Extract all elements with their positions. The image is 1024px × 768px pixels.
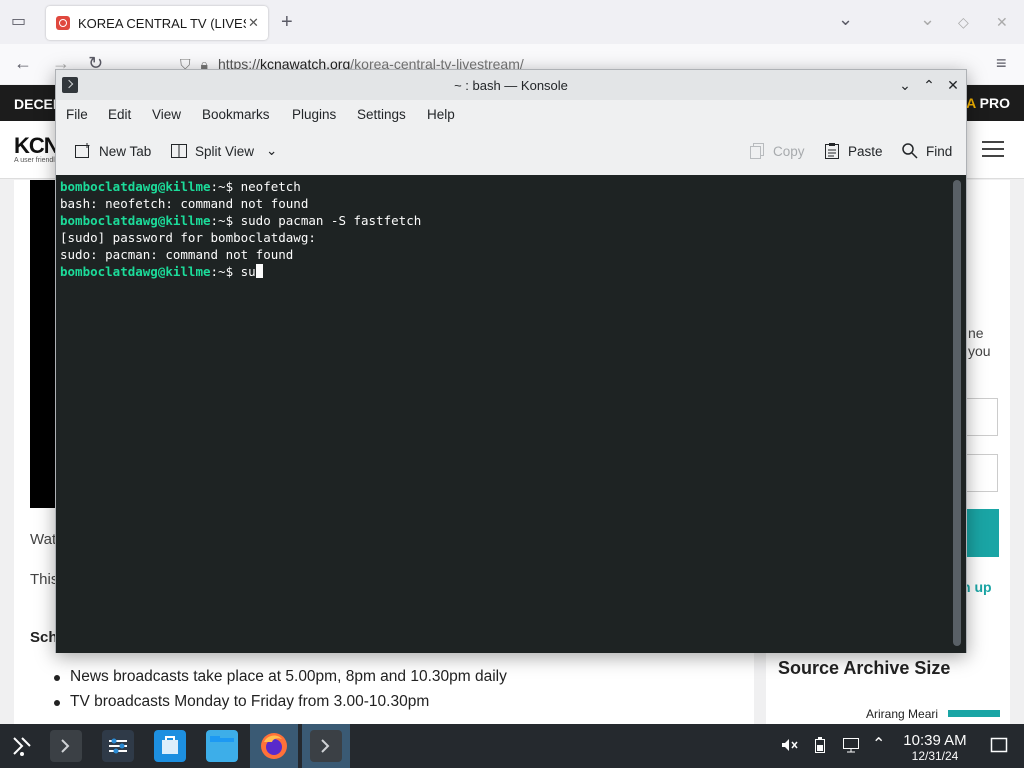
menu-plugins[interactable]: Plugins — [292, 107, 336, 122]
sidebar-text-fragment: ne — [968, 325, 984, 341]
terminal-prompt: bomboclatdawg@killme — [60, 213, 211, 228]
minimize-icon[interactable]: ⌄ — [896, 76, 914, 94]
terminal-output: bomboclatdawg@killme:~$ neofetch bash: n… — [60, 179, 422, 279]
menu-edit[interactable]: Edit — [108, 107, 131, 122]
newsletter-input[interactable] — [966, 454, 998, 492]
split-view-label: Split View — [195, 143, 255, 159]
site-logo[interactable]: KCN — [14, 133, 60, 159]
volume-muted-icon[interactable] — [780, 736, 798, 759]
site-tagline: A user friendl — [14, 157, 55, 164]
menu-bar: File Edit View Bookmarks Plugins Setting… — [56, 100, 966, 130]
subscribe-button[interactable] — [966, 509, 999, 557]
window-title: ~ : bash — Konsole — [454, 78, 568, 93]
tray-expand-icon[interactable]: ⌃ — [872, 736, 885, 754]
close-icon[interactable]: ✕ — [944, 76, 962, 94]
file-manager-icon[interactable] — [206, 730, 238, 762]
terminal-line: bash: neofetch: command not found — [60, 196, 309, 211]
system-settings-icon[interactable] — [102, 730, 134, 762]
browser-minimize-icon[interactable]: ⌄ — [920, 10, 935, 28]
split-view-button[interactable]: Split View ⌄ — [170, 142, 277, 160]
find-label: Find — [926, 143, 953, 159]
app-launcher-icon[interactable] — [10, 734, 34, 763]
browser-menu-icon[interactable]: ≡ — [996, 54, 1007, 72]
tab-close-icon[interactable]: ✕ — [248, 15, 259, 31]
find-button[interactable]: Find — [901, 142, 952, 160]
maximize-icon[interactable]: ⌃ — [920, 76, 938, 94]
copy-label: Copy — [773, 143, 805, 159]
new-tab-icon[interactable]: + — [281, 12, 293, 32]
split-view-icon — [170, 142, 188, 160]
new-tab-button[interactable]: New Tab — [74, 142, 151, 160]
archive-bar — [948, 710, 1000, 717]
copy-icon — [748, 142, 766, 160]
terminal-line: sudo: pacman: command not found — [60, 247, 294, 262]
terminal-scrollbar[interactable] — [953, 180, 961, 646]
browser-tab-kcnawatch[interactable]: KOREA CENTRAL TV (LIVES ✕ — [46, 6, 268, 40]
terminal-line: [sudo] password for bomboclatdawg: — [60, 230, 316, 245]
clock-date[interactable]: 12/31/24 — [896, 749, 974, 763]
terminal-cursor — [255, 264, 263, 278]
menu-file[interactable]: File — [66, 107, 88, 122]
archive-bar-label: Arirang Meari — [866, 707, 939, 721]
terminal-command: sudo pacman -S fastfetch — [240, 213, 422, 228]
schedule-list: News broadcasts take place at 5.00pm, 8p… — [54, 668, 507, 718]
newsletter-input[interactable] — [966, 398, 998, 436]
search-icon — [901, 142, 919, 160]
terminal-prompt: bomboclatdawg@killme — [60, 179, 211, 194]
paste-label: Paste — [848, 143, 883, 159]
konsole-window[interactable]: ~ : bash — Konsole ⌄ ⌃ ✕ File Edit View … — [55, 69, 967, 653]
list-item: News broadcasts take place at 5.00pm, 8p… — [54, 668, 507, 693]
taskbar — [0, 724, 1024, 768]
battery-icon[interactable] — [814, 736, 826, 759]
chevron-down-icon[interactable]: ⌄ — [266, 143, 277, 159]
sidebar-text-fragment: you — [968, 343, 991, 359]
archive-size-heading: Source Archive Size — [778, 658, 951, 678]
site-menu-icon[interactable] — [982, 141, 1004, 157]
discover-store-icon[interactable] — [154, 730, 186, 762]
network-wired-icon[interactable] — [842, 736, 860, 759]
list-item: TV broadcasts Monday to Friday from 3.00… — [54, 693, 507, 718]
terminal-view[interactable]: bomboclatdawg@killme:~$ neofetch bash: n… — [56, 175, 966, 653]
article-text-fragment: Wat — [30, 531, 57, 548]
konsole-task-icon[interactable] — [310, 730, 342, 762]
browser-maximize-icon[interactable]: ◇ — [958, 13, 969, 31]
clock-time[interactable]: 10:39 AM — [896, 732, 974, 749]
tab-list-icon[interactable]: ⌄ — [838, 10, 853, 28]
terminal-prompt: bomboclatdawg@killme — [60, 264, 211, 279]
toolbar: New Tab Split View ⌄ Copy Paste Find — [56, 132, 966, 172]
terminal-command: su — [240, 264, 256, 279]
paste-button[interactable]: Paste — [823, 142, 883, 160]
konsole-titlebar[interactable]: ~ : bash — Konsole ⌄ ⌃ ✕ — [56, 70, 966, 100]
site-pro-link[interactable]: A PRO — [966, 95, 1010, 111]
show-desktop-icon[interactable] — [990, 736, 1008, 759]
new-tab-label: New Tab — [99, 143, 152, 159]
paste-icon — [823, 142, 841, 160]
browser-tab-title: KOREA CENTRAL TV (LIVES — [78, 15, 246, 31]
konsole-launcher-icon[interactable] — [50, 730, 82, 762]
terminal-command: neofetch — [240, 179, 301, 194]
new-tab-icon — [74, 142, 92, 160]
site-favicon-icon — [56, 16, 70, 30]
menu-settings[interactable]: Settings — [357, 107, 406, 122]
back-icon[interactable]: ← — [14, 54, 32, 72]
copy-button[interactable]: Copy — [748, 142, 805, 160]
tab-overview-icon[interactable]: ▭ — [11, 13, 26, 31]
menu-help[interactable]: Help — [427, 107, 455, 122]
menu-bookmarks[interactable]: Bookmarks — [202, 107, 270, 122]
schedule-heading: Sch — [30, 629, 58, 646]
browser-close-icon[interactable]: ✕ — [996, 13, 1008, 31]
menu-view[interactable]: View — [152, 107, 181, 122]
firefox-icon[interactable] — [258, 730, 290, 762]
